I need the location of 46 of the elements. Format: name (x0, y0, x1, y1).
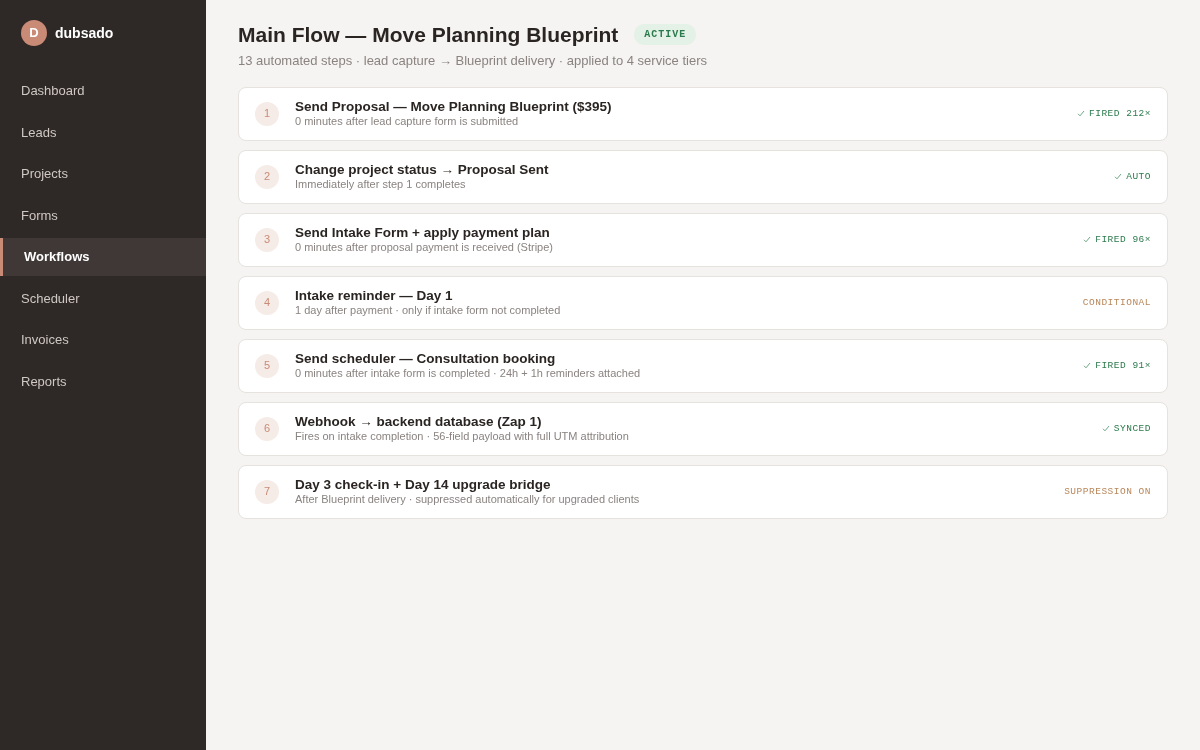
step-number: 7 (255, 479, 279, 504)
step-title: Day 3 check-in + Day 14 upgrade bridge (295, 477, 552, 493)
step-detail: 0 minutes after proposal payment is received (Stripe) (295, 240, 554, 255)
step-detail: Immediately after step 1 completes (295, 177, 467, 192)
step-title: Send Intake Form + apply payment plan (295, 225, 551, 241)
step-detail: 1 day after payment · only if intake form not completed (295, 303, 562, 318)
step-detail: Fires on intake completion · 56-field payload with full UTM attribution (295, 429, 630, 444)
step-number: 6 (255, 416, 279, 441)
step-status: SUPPRESSION ON (1064, 484, 1151, 499)
step-title: Webhook → backend database (Zap 1) (295, 414, 543, 430)
page-title: Main Flow — Move Planning Blueprint (238, 22, 619, 48)
page-subtitle: 13 automated steps · lead capture → Blueprint delivery · applied to 4 service tiers (238, 52, 708, 71)
step-number: 1 (255, 101, 279, 126)
sidebar-item[interactable]: Scheduler (0, 279, 206, 317)
sidebar-item[interactable]: Forms (0, 196, 206, 234)
step-status: FIRED 96× (1095, 232, 1151, 247)
step-detail: After Blueprint delivery · suppressed automatically for upgraded clients (295, 492, 641, 507)
sidebar-item[interactable]: Reports (0, 362, 206, 400)
check-icon (1077, 110, 1085, 118)
status-badge: ACTIVE (634, 24, 697, 46)
step-status: FIRED 91× (1095, 358, 1151, 373)
step-title: Change project status → Proposal Sent (295, 162, 550, 178)
brand-name: dubsado (55, 23, 114, 43)
step-status: FIRED 212× (1089, 106, 1151, 121)
step-title: Intake reminder — Day 1 (295, 288, 454, 304)
step-status: CONDITIONAL (1082, 295, 1151, 310)
step-number: 4 (255, 290, 279, 315)
step-number: 3 (255, 227, 279, 252)
step-status: SYNCED (1113, 421, 1151, 436)
check-icon (1083, 362, 1092, 370)
sidebar-item[interactable]: Leads (0, 113, 206, 151)
check-icon (1114, 173, 1123, 181)
step-detail: 0 minutes after lead capture form is submitted (295, 114, 520, 129)
step-title: Send scheduler — Consultation booking (295, 351, 557, 367)
sidebar-item[interactable]: Workflows (0, 238, 206, 276)
check-icon (1083, 236, 1092, 244)
step-number: 2 (255, 164, 279, 189)
step-status: AUTO (1126, 169, 1151, 184)
step-detail: 0 minutes after intake form is completed · 24h + 1h reminders attached (295, 366, 642, 381)
sidebar-item[interactable]: Projects (0, 155, 206, 193)
step-title: Send Proposal — Move Planning Blueprint ($395) (295, 99, 613, 115)
sidebar-item[interactable]: Dashboard (0, 72, 206, 110)
step-number: 5 (255, 353, 279, 378)
sidebar-item[interactable]: Invoices (0, 321, 206, 359)
check-icon (1101, 425, 1110, 433)
logo-avatar: D (21, 20, 47, 46)
